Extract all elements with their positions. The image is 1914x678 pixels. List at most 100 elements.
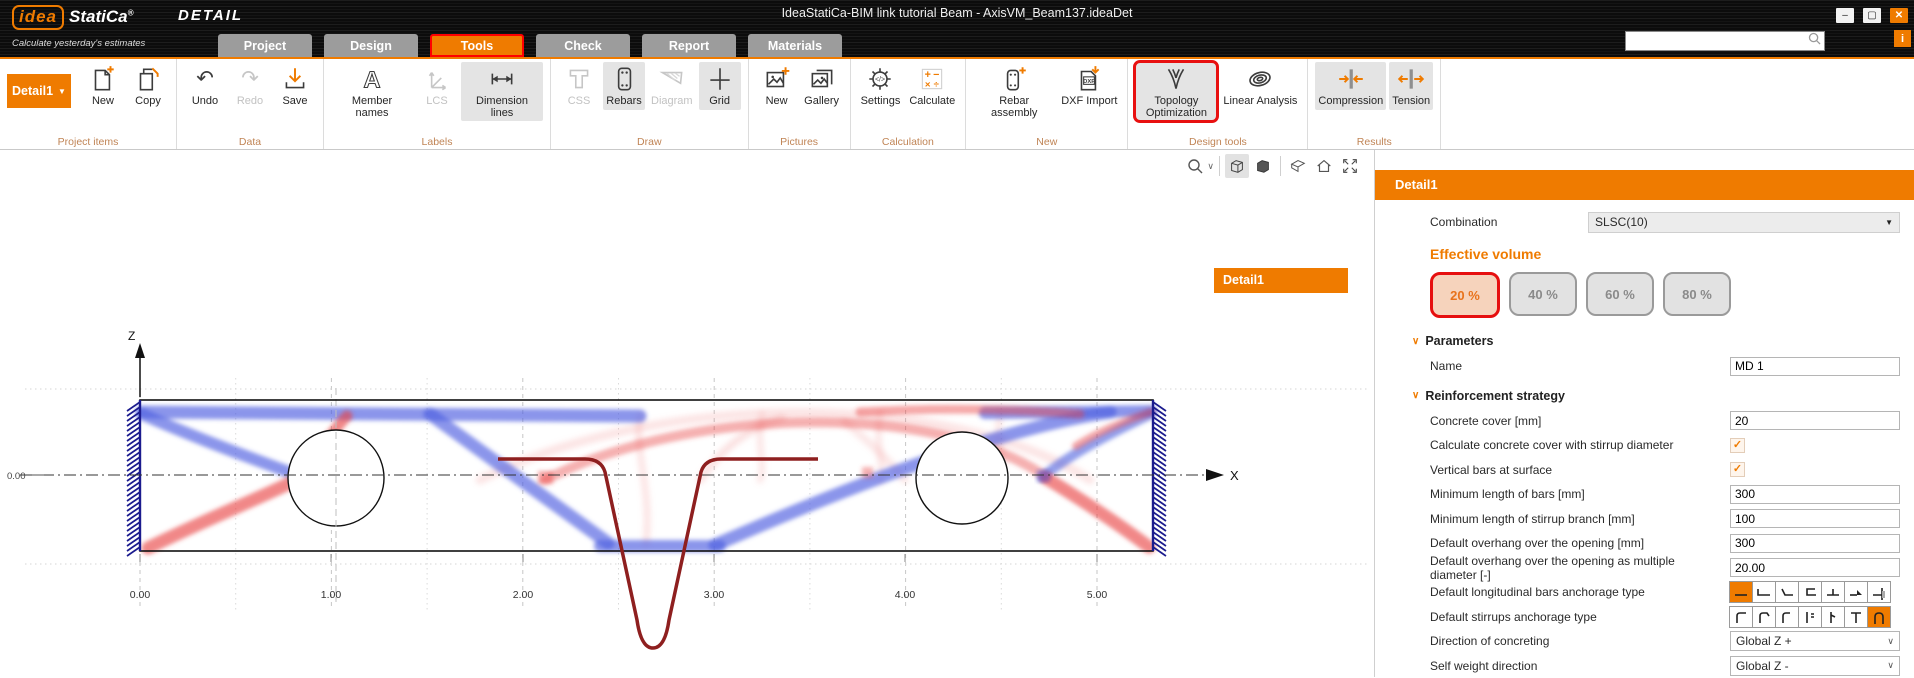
param-label: Default overhang over the opening [mm] [1430, 536, 1730, 550]
topology-optimization-button[interactable]: Topology Optimization [1135, 62, 1217, 121]
home-view-button[interactable] [1312, 154, 1336, 178]
section-header-reinforcement-strategy[interactable]: ∨Reinforcement strategy [1412, 389, 1900, 403]
ribbon-group-label: Data [177, 136, 323, 148]
dxf-import-button[interactable]: DXFDXF Import [1058, 62, 1120, 110]
properties-panel: Detail1 Combination SLSC(10) ▼ Effective… [1375, 150, 1914, 677]
fit-view-button[interactable] [1338, 154, 1362, 178]
member-names-icon: A [357, 64, 387, 94]
window-title: IdeaStatiCa-BIM link tutorial Beam - Axi… [0, 6, 1914, 20]
copy-button[interactable]: Copy [127, 62, 169, 110]
param-row-minimum-length-of-stirrup-branch-mm: Minimum length of stirrup branch [mm] [1430, 507, 1900, 532]
tab-report[interactable]: Report [642, 34, 736, 57]
name-input[interactable] [1730, 357, 1900, 376]
drawing-canvas[interactable]: X 0.00 Z 0.001.002.003.004.005.00 ∨ [0, 150, 1375, 677]
save-button[interactable]: Save [274, 62, 316, 110]
self-weight-direction-select[interactable]: Global Z -∨ [1730, 656, 1900, 676]
redo-button: ↷Redo [229, 62, 271, 110]
settings-icon: </> [865, 64, 895, 94]
new-button[interactable]: New [82, 62, 124, 110]
close-button[interactable]: ✕ [1890, 8, 1908, 23]
param-row-vertical-bars-at-surface: Vertical bars at surface✓ [1430, 458, 1900, 483]
wireframe-view-button[interactable] [1225, 154, 1249, 178]
tension-button[interactable]: Tension [1389, 62, 1433, 110]
ribbon-group-results: CompressionTensionResults [1308, 59, 1441, 149]
anchorage-closed-loop-icon[interactable] [1867, 606, 1891, 628]
combination-value: SLSC(10) [1595, 215, 1648, 229]
new-button[interactable]: New [756, 62, 798, 110]
search-box[interactable] [1625, 31, 1825, 51]
grid-button[interactable]: Grid [699, 62, 741, 110]
ribbon-button-label: Topology Optimization [1138, 96, 1214, 119]
calculate-concrete-cover-with-stirrup-diameter-checkbox[interactable]: ✓ [1730, 438, 1745, 453]
dimension-label: 5.00 [1087, 589, 1108, 601]
default-overhang-over-the-opening-as-multiple-diameter-input[interactable] [1730, 558, 1900, 577]
anchorage-hook-90-icon[interactable] [1729, 606, 1753, 628]
minimize-button[interactable]: – [1836, 8, 1854, 23]
dimension-lines-button[interactable]: Dimension lines [461, 62, 543, 121]
solid-view-button[interactable] [1251, 154, 1275, 178]
concrete-cover-mm-input[interactable] [1730, 411, 1900, 430]
member-names-button[interactable]: AMember names [331, 62, 413, 121]
tab-tools[interactable]: Tools [430, 34, 524, 57]
x-axis-arrow [1206, 469, 1224, 481]
dimension-lines-icon [487, 64, 517, 94]
gallery-button[interactable]: Gallery [801, 62, 843, 110]
redo-icon: ↷ [235, 64, 265, 94]
settings-button[interactable]: </>Settings [858, 62, 904, 110]
undo-button[interactable]: ↶Undo [184, 62, 226, 110]
anchorage-t-anchor-icon[interactable] [1844, 606, 1868, 628]
left-support-hatching [127, 400, 140, 556]
anchorage-hook-135-icon[interactable] [1752, 606, 1776, 628]
anchorage-lap-ticks-icon[interactable] [1798, 606, 1822, 628]
vertical-bars-at-surface-checkbox[interactable]: ✓ [1730, 462, 1745, 477]
minimum-length-of-bars-mm-input[interactable] [1730, 485, 1900, 504]
volume-option-20[interactable]: 20 % [1430, 272, 1500, 318]
z-axis-label: Z [128, 329, 135, 343]
dimension-label: 0.00 [130, 589, 151, 601]
toolbar-separator [1280, 156, 1281, 176]
zoom-tool-button[interactable] [1183, 154, 1207, 178]
tab-design[interactable]: Design [324, 34, 418, 57]
section-view-button[interactable] [1286, 154, 1310, 178]
rebar-shape-line [498, 459, 818, 648]
anchorage-hook-angle-icon[interactable] [1775, 581, 1799, 603]
gallery-icon [807, 64, 837, 94]
section-header-parameters[interactable]: ∨Parameters [1412, 334, 1900, 348]
dxf-import-icon: DXF [1074, 64, 1104, 94]
volume-option-80[interactable]: 80 % [1663, 272, 1731, 316]
info-button[interactable]: i [1894, 30, 1911, 47]
anchorage-head-cone-icon[interactable] [1844, 581, 1868, 603]
tab-check[interactable]: Check [536, 34, 630, 57]
anchorage-hook-u-icon[interactable] [1798, 581, 1822, 603]
anchorage-leg-tick-icon[interactable] [1821, 606, 1845, 628]
volume-option-60[interactable]: 60 % [1586, 272, 1654, 316]
anchorage-head-t-icon[interactable] [1821, 581, 1845, 603]
combination-select[interactable]: SLSC(10) ▼ [1588, 212, 1900, 233]
ribbon-group-new: Rebar assemblyDXFDXF ImportNew [966, 59, 1128, 149]
direction-of-concreting-select[interactable]: Global Z +∨ [1730, 631, 1900, 651]
rebars-button[interactable]: Rebars [603, 62, 645, 110]
project-item-selector[interactable]: Detail1▼ [7, 74, 71, 108]
picture-new-icon [762, 64, 792, 94]
anchorage-straight-icon[interactable] [1729, 581, 1753, 603]
linear-analysis-button[interactable]: Linear Analysis [1220, 62, 1300, 110]
svg-text:÷: ÷ [934, 80, 940, 91]
combination-label: Combination [1430, 215, 1588, 229]
default-overhang-over-the-opening-mm-input[interactable] [1730, 534, 1900, 553]
param-label: Concrete cover [mm] [1430, 414, 1730, 428]
compression-button[interactable]: Compression [1315, 62, 1386, 110]
rebar-assembly-button[interactable]: Rebar assembly [973, 62, 1055, 121]
anchorage-hook-l-icon[interactable] [1752, 581, 1776, 603]
anchorage-head-plate-icon[interactable] [1867, 581, 1891, 603]
tab-materials[interactable]: Materials [748, 34, 842, 57]
tab-project[interactable]: Project [218, 34, 312, 57]
zoom-dropdown-chevron-icon[interactable]: ∨ [1207, 161, 1214, 172]
search-input[interactable] [1626, 35, 1808, 47]
calculate-button[interactable]: +−×÷Calculate [906, 62, 958, 110]
maximize-button[interactable]: ▢ [1863, 8, 1881, 23]
anchorage-hook-90-short-icon[interactable] [1775, 606, 1799, 628]
strand-junction [1037, 470, 1050, 482]
volume-option-40[interactable]: 40 % [1509, 272, 1577, 316]
minimum-length-of-stirrup-branch-mm-input[interactable] [1730, 509, 1900, 528]
default-stirrups-anchorage-type-options [1730, 606, 1891, 628]
